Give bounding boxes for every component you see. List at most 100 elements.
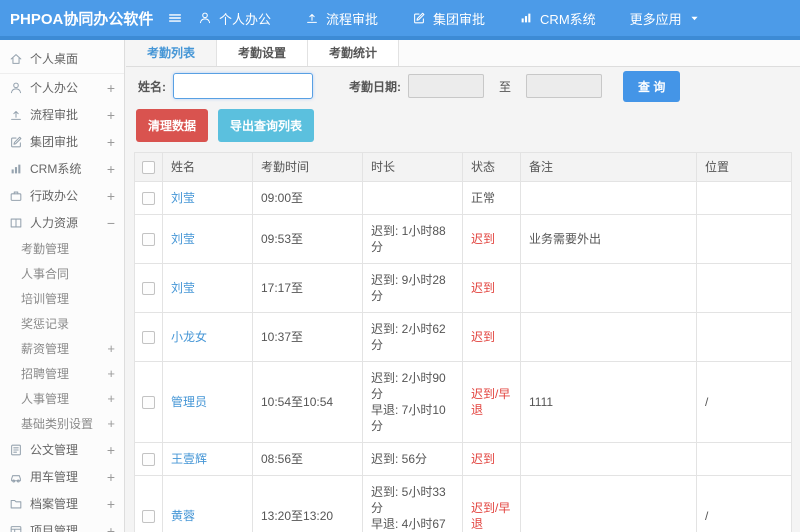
cell-remark [520,181,697,215]
employee-name-link[interactable]: 王壹辉 [171,452,207,466]
name-label: 姓名: [138,79,166,94]
sidebar-subitem-basic-category-settings[interactable]: 基础类别设置 + [21,411,124,436]
row-checkbox[interactable] [142,453,155,467]
sidebar-item-archive-management[interactable]: 档案管理 + [0,490,124,517]
sidebar-item-label: 档案管理 [30,497,79,511]
sidebar-subitem-salary-management[interactable]: 薪资管理 + [21,336,124,361]
row-checkbox[interactable] [142,282,155,296]
topnav-item-crm-system[interactable]: CRM系统 [519,9,596,28]
cell-status: 迟到 [462,263,521,313]
briefcase-icon [9,189,23,203]
topnav-item-personal-office[interactable]: 个人办公 [198,9,271,28]
header-accent-strip [0,36,800,40]
cell-name: 刘莹 [162,181,253,215]
row-checkbox[interactable] [142,192,155,206]
sidebar-item-project-management[interactable]: 项目管理 + [0,517,124,532]
row-checkbox-cell [134,214,163,264]
sidebar-subitem-recruitment-management[interactable]: 招聘管理 + [21,361,124,386]
expand-icon[interactable]: + [107,134,115,150]
sidebar-item-admin-office[interactable]: 行政办公 + [0,182,124,209]
expand-icon[interactable]: + [107,188,115,204]
expand-icon[interactable]: + [107,523,115,532]
sidebar-item-personal-desktop[interactable]: 个人桌面 [0,44,124,74]
cell-location [696,312,792,362]
topnav-label-personal-office: 个人办公 [219,11,272,27]
expand-icon[interactable]: + [107,442,115,458]
cell-remark: 业务需要外出 [520,214,697,264]
table-body: 刘莹 09:00至 正常 刘莹 09:53至 迟到: 1小时88分 迟到 业务需要外出 刘莹 17… [134,181,792,532]
cell-remark [520,312,697,362]
employee-name-link[interactable]: 刘莹 [171,232,195,246]
sidebar-subitem-label: 薪资管理 [21,342,70,356]
cell-location [696,214,792,264]
expand-icon[interactable]: + [107,161,115,177]
row-checkbox[interactable] [142,331,155,345]
sidebar-subitem-label: 培训管理 [21,292,70,306]
expand-icon[interactable]: + [107,469,115,485]
topnav-item-workflow-approval[interactable]: 流程审批 [305,9,378,28]
sidebar-item-human-resources[interactable]: 人力资源 − [0,209,124,236]
attendance-date-label: 考勤日期: [349,79,401,94]
expand-icon[interactable]: + [107,107,115,123]
cell-attendance-time: 13:20至13:20 [252,475,363,532]
name-input[interactable] [173,73,313,99]
chart-icon [519,11,533,25]
sidebar-subitem-reward-punishment-records[interactable]: 奖惩记录 [21,311,124,336]
sidebar-item-document-management[interactable]: 公文管理 + [0,436,124,463]
employee-name-link[interactable]: 管理员 [171,395,207,409]
cell-attendance-time: 10:54至10:54 [252,361,363,443]
cell-attendance-time: 09:53至 [252,214,363,264]
sidebar-item-workflow-approval[interactable]: 流程审批 + [0,101,124,128]
duration-line: 迟到: 5小时33分 [371,485,446,515]
employee-name-link[interactable]: 黄蓉 [171,509,195,523]
expand-icon[interactable]: + [107,341,115,356]
topnav-item-group-approval[interactable]: 集团审批 [412,9,485,28]
date-from-input[interactable] [408,74,484,98]
sidebar-item-personal-office[interactable]: 个人办公 + [0,74,124,101]
doc-icon [9,443,23,457]
sidebar-subitem-attendance-management[interactable]: 考勤管理 [21,236,124,261]
topnav-item-more-apps[interactable]: 更多应用 [630,9,700,28]
sidebar-item-group-approval[interactable]: 集团审批 + [0,128,124,155]
sidebar-item-vehicle-management[interactable]: 用车管理 + [0,463,124,490]
tab-attendance-settings[interactable]: 考勤设置 [217,40,309,66]
search-button[interactable]: 查 询 [623,70,681,102]
expand-icon[interactable]: + [107,80,115,96]
date-to-input[interactable] [526,74,603,98]
sidebar-item-crm-system[interactable]: CRM系统 + [0,155,124,182]
export-list-button[interactable]: 导出查询列表 [218,109,315,142]
row-checkbox[interactable] [142,510,155,524]
select-all-checkbox[interactable] [142,161,155,175]
employee-name-link[interactable]: 小龙女 [171,330,207,344]
row-checkbox[interactable] [142,396,155,410]
cell-location: / [696,361,792,443]
column-header: 位置 [696,152,792,182]
row-checkbox[interactable] [142,233,155,247]
cell-duration: 迟到: 1小时88分 [362,214,463,264]
upload-icon [9,108,23,122]
tab-attendance-statistics[interactable]: 考勤统计 [308,40,400,66]
clean-data-button[interactable]: 清理数据 [136,109,209,142]
sidebar-subitem-training-management[interactable]: 培训管理 [21,286,124,311]
cell-name: 刘莹 [162,214,253,264]
employee-name-link[interactable]: 刘莹 [171,191,195,205]
attendance-table-container: 姓名 考勤时间 时长 状态 备注 位置 刘莹 09:00至 正常 刘莹 09:53至 迟到: 1小时… [134,152,792,532]
table-row: 王壹辉 08:56至 迟到: 56分 迟到 [134,442,792,476]
tab-attendance-list[interactable]: 考勤列表 [126,40,218,66]
expand-icon[interactable]: + [107,366,115,381]
collapse-icon[interactable]: − [107,215,115,231]
cell-duration: 迟到: 2小时90分 早退: 7小时10分 [362,361,463,443]
hamburger-icon [168,11,182,25]
cell-remark [520,475,697,532]
cell-attendance-time: 09:00至 [252,181,363,215]
cell-name: 黄蓉 [162,475,253,532]
sidebar-subitem-label: 人事管理 [21,392,70,406]
expand-icon[interactable]: + [107,496,115,512]
topnav-label-group-approval: 集团审批 [433,11,486,27]
sidebar-subitem-personnel-contract[interactable]: 人事合同 [21,261,124,286]
sidebar-subitem-personnel-management[interactable]: 人事管理 + [21,386,124,411]
employee-name-link[interactable]: 刘莹 [171,281,195,295]
expand-icon[interactable]: + [107,391,115,406]
expand-icon[interactable]: + [107,416,115,431]
menu-toggle-button[interactable] [168,11,182,25]
